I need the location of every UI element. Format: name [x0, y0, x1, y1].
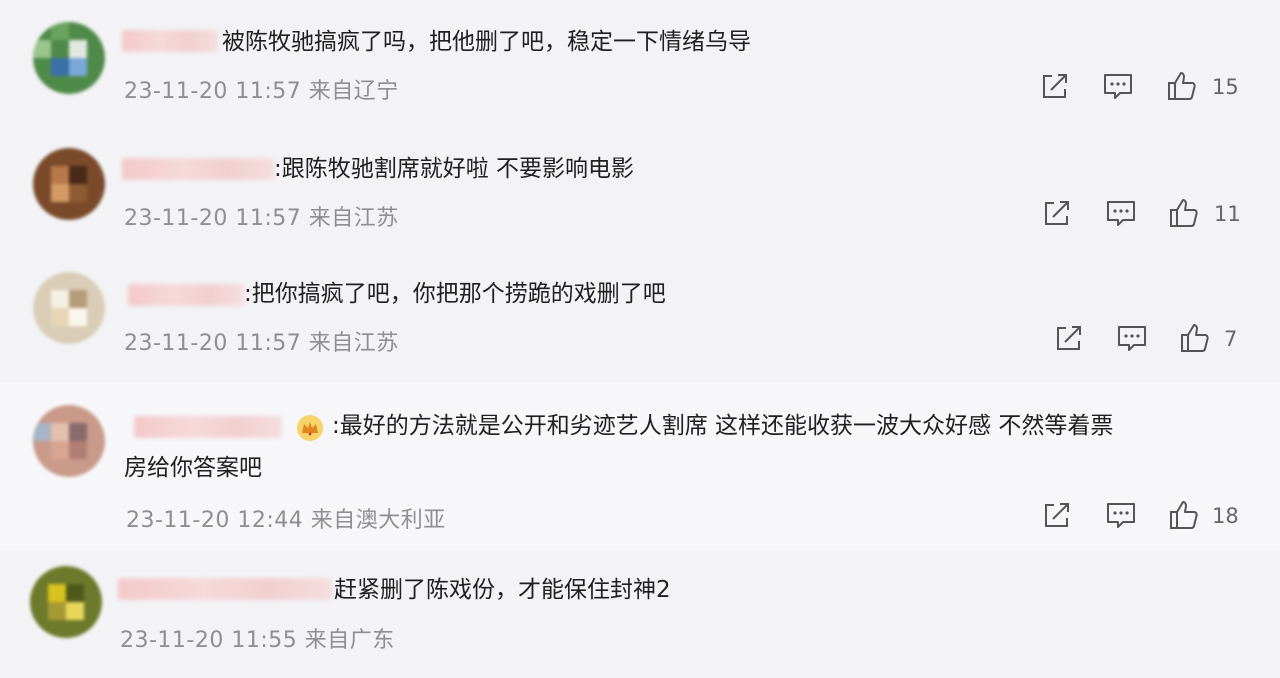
like-count: 15: [1212, 75, 1239, 99]
comment-icon[interactable]: [1104, 196, 1138, 230]
comment-meta: 23-11-20 11:57 来自江苏: [124, 200, 399, 232]
comment-time: 23-11-20 11:55: [120, 628, 298, 653]
share-icon[interactable]: [1052, 321, 1086, 355]
comment-location: 来自广东: [304, 628, 395, 653]
like-count: 7: [1224, 327, 1238, 351]
comment-location: 来自澳大利亚: [310, 508, 446, 533]
avatar[interactable]: [33, 272, 105, 344]
comment-text-line: 房给你答案吧: [124, 455, 262, 481]
crown-badge-icon: [296, 414, 324, 442]
avatar[interactable]: [33, 405, 105, 477]
avatar[interactable]: [30, 566, 102, 638]
username-blurred[interactable]: [122, 158, 274, 180]
username-blurred[interactable]: [118, 578, 332, 600]
thumbs-up-icon[interactable]: [1167, 498, 1201, 532]
like-count: 11: [1214, 202, 1241, 226]
comment-location: 来自江苏: [308, 331, 399, 356]
comment-time: 23-11-20 11:57: [124, 331, 302, 356]
avatar[interactable]: [33, 148, 105, 220]
comment-time: 23-11-20 11:57: [124, 206, 302, 231]
thumbs-up-icon[interactable]: [1165, 69, 1199, 103]
comment-text: :把你搞疯了吧，你把那个捞跪的戏删了吧: [244, 281, 666, 307]
comment-meta: 23-11-20 11:57 来自江苏: [124, 325, 399, 357]
like-count: 18: [1212, 504, 1239, 528]
comment-icon[interactable]: [1104, 498, 1138, 532]
comment-time: 23-11-20 12:44: [126, 508, 304, 533]
comment-location: 来自江苏: [308, 206, 399, 231]
share-icon[interactable]: [1038, 69, 1072, 103]
comment-icon[interactable]: [1101, 69, 1135, 103]
avatar[interactable]: [33, 22, 105, 94]
thumbs-up-icon[interactable]: [1178, 321, 1212, 355]
username-blurred[interactable]: [122, 30, 218, 52]
comment-meta: 23-11-20 11:57 来自辽宁: [124, 73, 399, 105]
comment-section-bottom: [0, 550, 1280, 678]
username-blurred[interactable]: [134, 416, 282, 438]
comment-text: 赶紧删了陈戏份，才能保住封神2: [334, 577, 671, 603]
thumbs-up-icon[interactable]: [1167, 196, 1201, 230]
username-blurred[interactable]: [128, 284, 244, 306]
share-icon[interactable]: [1040, 498, 1074, 532]
comment-meta: 23-11-20 12:44 来自澳大利亚: [126, 502, 446, 534]
comment-meta: 23-11-20 11:55 来自广东: [120, 622, 395, 654]
comment-location: 来自辽宁: [308, 79, 399, 104]
comment-text-line: :最好的方法就是公开和劣迹艺人割席 这样还能收获一波大众好感 不然等着票: [332, 413, 1114, 439]
comment-time: 23-11-20 11:57: [124, 79, 302, 104]
comment-text: :跟陈牧驰割席就好啦 不要影响电影: [274, 156, 635, 182]
share-icon[interactable]: [1040, 196, 1074, 230]
comment-text: 被陈牧驰搞疯了吗，把他删了吧，稳定一下情绪乌导: [222, 29, 751, 55]
comment-icon[interactable]: [1115, 321, 1149, 355]
